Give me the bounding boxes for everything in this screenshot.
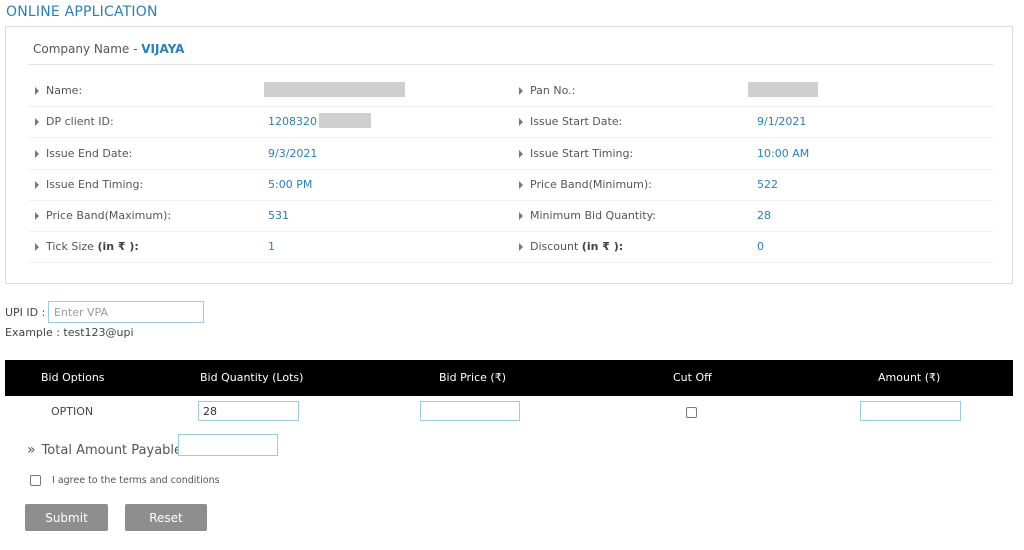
caret-right-icon (519, 243, 523, 251)
header-bid-price: Bid Price (₹) (439, 371, 506, 384)
caret-right-icon (519, 150, 523, 158)
field-label-text: Discount (530, 240, 582, 253)
caret-right-icon (35, 181, 39, 189)
field-pan-no: Pan No.: (512, 76, 994, 107)
upi-example-text: Example : test123@upi (5, 326, 134, 339)
company-name: Company Name - VIJAYA (33, 42, 184, 56)
caret-right-icon (35, 212, 39, 220)
terms-checkbox[interactable] (30, 475, 41, 486)
field-issue-end-timing: Issue End Timing: 5:00 PM (28, 170, 512, 201)
caret-right-icon (519, 87, 523, 95)
caret-right-icon (35, 150, 39, 158)
field-label-unit: (in ₹ ): (581, 240, 624, 253)
field-value: 531 (268, 209, 289, 222)
redacted-pan (748, 82, 818, 97)
field-value: 5:00 PM (268, 178, 313, 191)
amount-input[interactable] (860, 401, 961, 421)
total-amount-label: » Total Amount Payable (27, 442, 182, 458)
header-cut-off: Cut Off (673, 371, 712, 384)
field-value: 0 (757, 240, 764, 253)
field-issue-start-date: Issue Start Date: 9/1/2021 (512, 107, 994, 138)
field-label: Minimum Bid Quantity: (530, 209, 656, 222)
field-label: Name: (46, 84, 83, 97)
field-value: 1 (268, 240, 275, 253)
field-label: Discount (in ₹ ): (530, 240, 623, 253)
terms-label: I agree to the terms and conditions (52, 475, 220, 486)
field-dp-client-id: DP client ID: 1208320 (28, 107, 512, 138)
double-chevron-right-icon: » (27, 442, 36, 458)
field-price-band-min: Price Band(Minimum): 522 (512, 170, 994, 201)
caret-right-icon (519, 118, 523, 126)
company-name-value: VIJAYA (141, 42, 185, 56)
field-label: Issue End Date: (46, 147, 133, 160)
redacted-client-id (319, 113, 371, 128)
upi-id-input[interactable] (48, 301, 204, 323)
field-value: 9/3/2021 (268, 147, 318, 160)
field-label: Tick Size (in ₹ ): (46, 240, 139, 253)
field-label-text: Tick Size (46, 240, 98, 253)
field-label: Issue Start Date: (530, 115, 623, 128)
page-title: ONLINE APPLICATION (6, 4, 158, 20)
redacted-name (264, 82, 405, 97)
field-tick-size: Tick Size (in ₹ ): 1 (28, 232, 512, 263)
submit-button[interactable]: Submit (25, 504, 108, 531)
field-value: 1208320 (268, 115, 317, 128)
caret-right-icon (35, 243, 39, 251)
reset-button[interactable]: Reset (125, 504, 207, 531)
field-label: Issue End Timing: (46, 178, 144, 191)
total-amount-input[interactable] (178, 434, 278, 456)
header-amount: Amount (₹) (878, 371, 941, 384)
total-amount-text: Total Amount Payable (41, 443, 183, 458)
field-value: 522 (757, 178, 778, 191)
field-label-unit: (in ₹ ): (97, 240, 139, 253)
field-discount: Discount (in ₹ ): 0 (512, 232, 994, 263)
application-details-panel: Company Name - VIJAYA Name: DP client ID… (5, 26, 1013, 284)
header-bid-quantity: Bid Quantity (Lots) (200, 371, 304, 384)
cut-off-checkbox[interactable] (686, 407, 697, 418)
caret-right-icon (519, 181, 523, 189)
field-label: Issue Start Timing: (530, 147, 634, 160)
divider (28, 64, 994, 65)
field-issue-start-timing: Issue Start Timing: 10:00 AM (512, 139, 994, 170)
field-label: Price Band(Minimum): (530, 178, 652, 191)
field-label: Pan No.: (530, 84, 576, 97)
field-value: 9/1/2021 (757, 115, 807, 128)
field-value: 28 (757, 209, 771, 222)
field-label: DP client ID: (46, 115, 114, 128)
header-bid-options: Bid Options (41, 371, 105, 384)
field-min-bid-quantity: Minimum Bid Quantity: 28 (512, 201, 994, 232)
upi-id-label: UPI ID : (5, 306, 46, 319)
field-name: Name: (28, 76, 512, 107)
bid-table-header: Bid Options Bid Quantity (Lots) Bid Pric… (5, 360, 1013, 396)
field-issue-end-date: Issue End Date: 9/3/2021 (28, 139, 512, 170)
bid-price-input[interactable] (420, 401, 520, 421)
bid-quantity-input[interactable] (198, 401, 299, 421)
caret-right-icon (519, 212, 523, 220)
caret-right-icon (35, 118, 39, 126)
field-label: Price Band(Maximum): (46, 209, 172, 222)
caret-right-icon (35, 87, 39, 95)
field-price-band-max: Price Band(Maximum): 531 (28, 201, 512, 232)
field-value: 10:00 AM (757, 147, 810, 160)
company-name-label: Company Name - (33, 42, 142, 56)
bid-option-label: OPTION (51, 405, 94, 418)
